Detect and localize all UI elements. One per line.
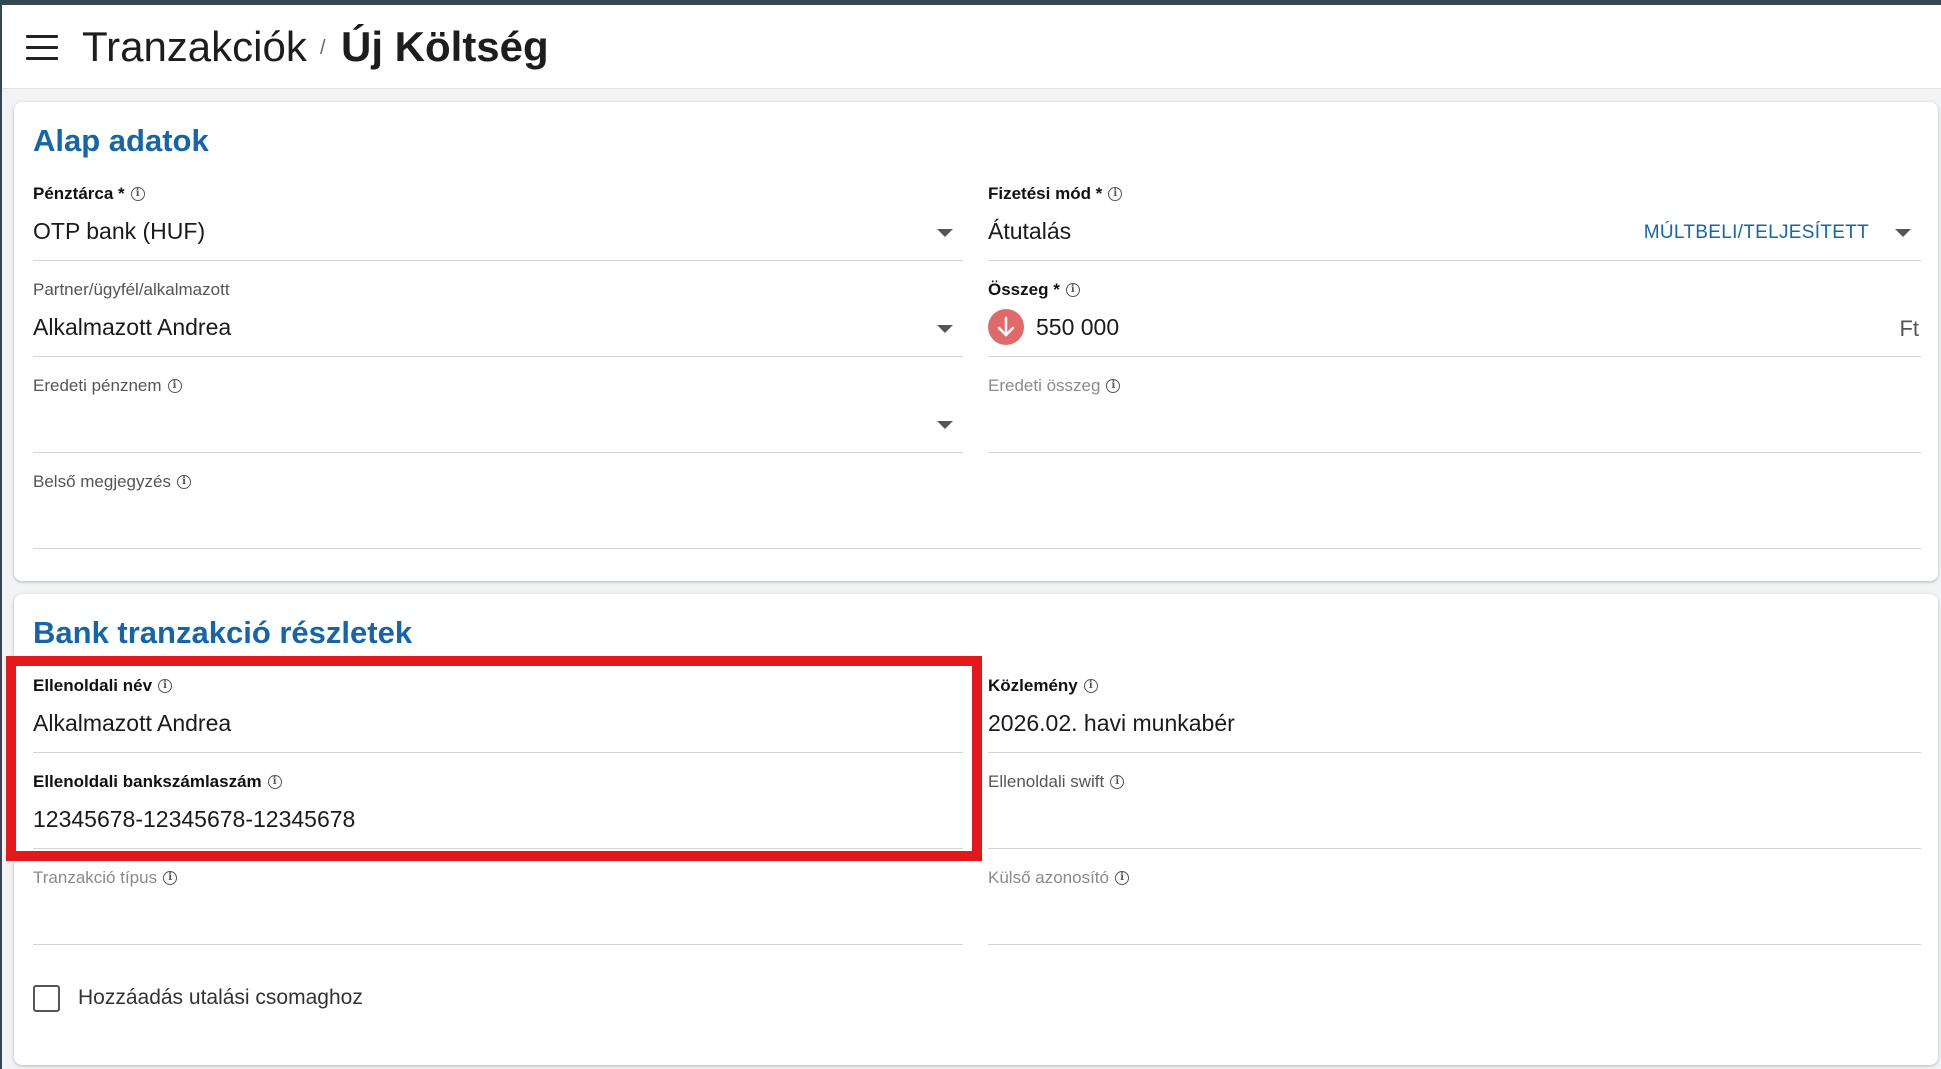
field-underline — [33, 944, 963, 945]
chevron-down-icon[interactable] — [937, 325, 953, 333]
remittance-label: Közlemény i — [988, 676, 1098, 696]
info-icon[interactable]: i — [1106, 379, 1121, 393]
chevron-down-icon[interactable] — [1895, 229, 1911, 237]
info-icon[interactable]: i — [163, 871, 178, 885]
partner-select[interactable]: Partner/ügyfél/alkalmazott Alkalmazott A… — [33, 280, 963, 376]
external-id-label: Külső azonosító i — [988, 868, 1129, 888]
partner-label: Partner/ügyfél/alkalmazott — [33, 280, 230, 299]
breadcrumb-separator: / — [320, 37, 326, 59]
info-icon[interactable]: i — [1083, 679, 1098, 693]
payment-method-label: Fizetési mód * i — [988, 184, 1123, 204]
section-title-bank: Bank tranzakció részletek — [33, 615, 413, 650]
amount-value: 550 000 — [1036, 314, 1120, 340]
wallet-value: OTP bank (HUF) — [33, 218, 206, 244]
counterparty-name-label: Ellenoldali név i — [33, 676, 173, 696]
internal-note-field[interactable]: Belső megjegyzés i — [33, 472, 1921, 568]
field-underline — [988, 260, 1921, 261]
field-underline — [988, 356, 1921, 357]
counterparty-swift-field[interactable]: Ellenoldali swift i — [988, 772, 1921, 868]
arrow-down-icon[interactable] — [988, 309, 1024, 345]
amount-label: Összeg * i — [988, 280, 1080, 300]
status-toggle-link[interactable]: MÚLTBELI/TELJESÍTETT — [1644, 222, 1869, 244]
field-underline — [33, 356, 963, 357]
original-amount-field[interactable]: Eredeti összeg i — [988, 376, 1921, 472]
original-amount-label: Eredeti összeg i — [988, 376, 1121, 396]
basic-data-card: Alap adatok Pénztárca * i OTP bank (HUF) … — [14, 102, 1938, 581]
counterparty-account-value: 12345678-12345678-12345678 — [33, 806, 356, 832]
field-underline — [33, 752, 963, 753]
payment-method-select[interactable]: Fizetési mód * i Átutalás MÚLTBELI/TELJES… — [988, 184, 1921, 280]
remittance-value: 2026.02. havi munkabér — [988, 710, 1235, 736]
wallet-label: Pénztárca * i — [33, 184, 145, 204]
field-underline — [988, 752, 1921, 753]
partner-value: Alkalmazott Andrea — [33, 314, 232, 340]
payment-method-value: Átutalás — [988, 218, 1072, 244]
field-underline — [988, 452, 1921, 453]
transaction-type-label: Tranzakció típus i — [33, 868, 178, 888]
currency-suffix: Ft — [1899, 316, 1919, 341]
counterparty-account-label: Ellenoldali bankszámlaszám i — [33, 772, 282, 792]
remittance-field[interactable]: Közlemény i 2026.02. havi munkabér — [988, 676, 1921, 772]
amount-field[interactable]: Összeg * i 550 000 Ft — [988, 280, 1921, 376]
info-icon[interactable]: i — [176, 475, 191, 489]
info-icon[interactable]: i — [1114, 871, 1129, 885]
internal-note-label: Belső megjegyzés i — [33, 472, 191, 492]
info-icon[interactable]: i — [267, 775, 282, 789]
counterparty-account-field[interactable]: Ellenoldali bankszámlaszám i 12345678-123… — [33, 772, 963, 868]
app-header: Tranzakciók / Új Költség — [2, 5, 1941, 89]
field-underline — [33, 452, 963, 453]
chevron-down-icon[interactable] — [937, 421, 953, 429]
field-underline — [988, 944, 1921, 945]
page: Tranzakciók / Új Költség Alap adatok Pén… — [0, 0, 1941, 1069]
external-id-field[interactable]: Külső azonosító i — [988, 868, 1921, 964]
info-icon[interactable]: i — [1108, 187, 1123, 201]
add-to-batch-label: Hozzáadás utalási csomaghoz — [78, 986, 363, 1009]
breadcrumb-transactions[interactable]: Tranzakciók — [82, 23, 307, 71]
info-icon[interactable]: i — [1110, 775, 1125, 789]
info-icon[interactable]: i — [1065, 283, 1080, 297]
field-underline — [988, 848, 1921, 849]
add-to-batch-checkbox[interactable] — [33, 984, 60, 1012]
counterparty-name-value: Alkalmazott Andrea — [33, 710, 232, 736]
field-underline — [33, 848, 963, 849]
chevron-down-icon[interactable] — [937, 229, 953, 237]
hamburger-menu-icon[interactable] — [24, 31, 60, 65]
section-title-basic: Alap adatok — [33, 123, 209, 158]
counterparty-swift-label: Ellenoldali swift i — [988, 772, 1125, 792]
left-border — [0, 0, 2, 1069]
info-icon[interactable]: i — [130, 187, 145, 201]
add-to-batch-option[interactable]: Hozzáadás utalási csomaghoz — [33, 982, 363, 1014]
original-currency-label: Eredeti pénznem i — [33, 376, 182, 396]
info-icon[interactable]: i — [158, 679, 173, 693]
counterparty-name-field[interactable]: Ellenoldali név i Alkalmazott Andrea — [33, 676, 963, 772]
wallet-select[interactable]: Pénztárca * i OTP bank (HUF) — [33, 184, 963, 280]
field-underline — [33, 548, 1921, 549]
field-underline — [33, 260, 963, 261]
original-currency-select[interactable]: Eredeti pénznem i — [33, 376, 963, 472]
page-title: Új Költség — [341, 23, 549, 70]
transaction-type-field[interactable]: Tranzakció típus i — [33, 868, 963, 964]
info-icon[interactable]: i — [167, 379, 182, 393]
